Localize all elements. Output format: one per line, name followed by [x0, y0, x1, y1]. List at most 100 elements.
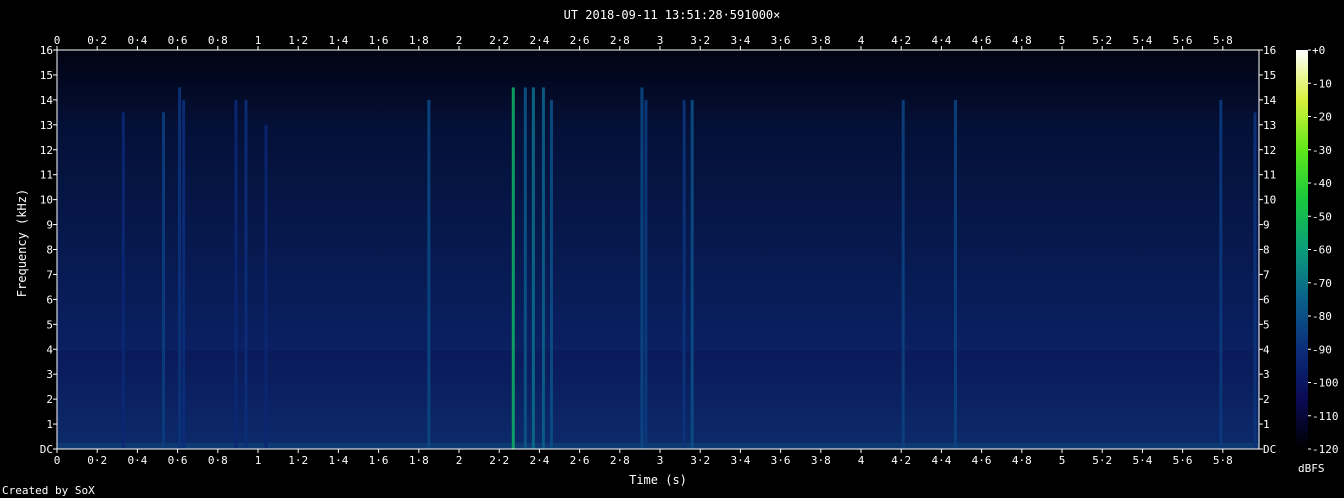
- y-tick-label-right: 4: [1263, 343, 1270, 356]
- x-tick-label-top: 5·4: [1132, 34, 1152, 47]
- colorbar-tick-label: -120: [1312, 443, 1339, 456]
- x-tick-label-top: 0·6: [168, 34, 188, 47]
- colorbar-gradient: [1296, 50, 1308, 449]
- x-tick-label-top: 4·2: [891, 34, 911, 47]
- y-tick-label: DC: [40, 443, 53, 456]
- colorbar-tick-label: -80: [1312, 310, 1332, 323]
- x-tick-label: 3·6: [771, 454, 791, 467]
- x-tick-label: 4·4: [931, 454, 951, 467]
- transient-line: [901, 99, 905, 449]
- x-tick-label: 2·6: [570, 454, 590, 467]
- transient-line: [690, 99, 694, 449]
- x-tick-label-top: 3·2: [690, 34, 710, 47]
- y-tick-label-right: 7: [1263, 268, 1270, 281]
- x-tick-label: 0: [54, 454, 61, 467]
- transient-line: [264, 124, 268, 449]
- y-tick-label-right: 9: [1263, 219, 1270, 232]
- transient-line: [682, 99, 686, 449]
- x-tick-label: 1·6: [369, 454, 389, 467]
- transient-line: [523, 87, 527, 449]
- colorbar-tick-label: -90: [1312, 343, 1332, 356]
- transient-line: [511, 87, 515, 449]
- x-tick-label-top: 1·8: [409, 34, 429, 47]
- y-tick-label: 11: [40, 169, 53, 182]
- y-tick-label-right: 15: [1263, 69, 1276, 82]
- transient-line: [953, 99, 957, 449]
- x-tick-label: 5·4: [1132, 454, 1152, 467]
- x-tick-label-top: 3·6: [771, 34, 791, 47]
- x-tick-label-top: 0·2: [87, 34, 107, 47]
- transient-line: [244, 99, 248, 449]
- x-tick-label: 2: [456, 454, 463, 467]
- y-tick-label: 13: [40, 119, 53, 132]
- x-tick-label-top: 5·6: [1173, 34, 1193, 47]
- x-tick-label: 5·6: [1173, 454, 1193, 467]
- colorbar: +0 -10 -20 -30 -40 -50 -60 -70 -80 -90 -100 -110 -12…: [1296, 44, 1339, 456]
- x-tick-label-top: 2·2: [489, 34, 509, 47]
- colorbar-tick-label: -20: [1312, 111, 1332, 124]
- x-tick-label: 0·4: [127, 454, 147, 467]
- x-tick-label-top: 3·8: [811, 34, 831, 47]
- x-tick-label: 1·8: [409, 454, 429, 467]
- x-tick-label: 4·8: [1012, 454, 1032, 467]
- y-tick-label: 8: [46, 244, 53, 257]
- y-tick-label-right: 13: [1263, 119, 1276, 132]
- y-tick-label-right: 10: [1263, 194, 1276, 207]
- colorbar-tick-label: -40: [1312, 177, 1332, 190]
- credit-text: Created by SoX: [2, 484, 95, 497]
- y-tick-label-right: 16: [1263, 44, 1276, 57]
- colorbar-tick-label: -60: [1312, 244, 1332, 257]
- y-tick-label: 5: [46, 318, 53, 331]
- y-tick-label: 15: [40, 69, 53, 82]
- x-tick-label-top: 1: [255, 34, 262, 47]
- x-tick-label-top: 5·8: [1213, 34, 1233, 47]
- transient-line: [121, 112, 125, 449]
- x-tick-label: 4·6: [972, 454, 992, 467]
- transient-line: [1219, 99, 1223, 449]
- x-tick-label-top: 5·2: [1092, 34, 1112, 47]
- y-tick-label-right: 11: [1263, 169, 1276, 182]
- x-tick-label-top: 1·4: [328, 34, 348, 47]
- y-tick-label-right: DC: [1263, 443, 1276, 456]
- y-axis-label: Frequency (kHz): [15, 188, 29, 298]
- x-tick-label-top: 2·8: [610, 34, 630, 47]
- spectrogram-chart: 000·20·20·40·40·60·60·80·8111·21·21·41·4…: [40, 34, 1339, 467]
- colorbar-label: dBFS: [1298, 462, 1325, 475]
- x-tick-label-top: 0·4: [127, 34, 147, 47]
- y-tick-label: 2: [46, 393, 53, 406]
- x-tick-label: 2·2: [489, 454, 509, 467]
- x-tick-label-top: 5: [1059, 34, 1066, 47]
- x-tick-label: 2·4: [529, 454, 549, 467]
- y-tick-label-right: 1: [1263, 418, 1270, 431]
- x-tick-label-top: 4: [858, 34, 865, 47]
- x-tick-label-top: 4·6: [972, 34, 992, 47]
- x-tick-label: 0·6: [168, 454, 188, 467]
- transient-line: [182, 99, 186, 449]
- y-tick-label: 9: [46, 219, 53, 232]
- x-tick-label-top: 3: [657, 34, 664, 47]
- y-tick-label: 3: [46, 368, 53, 381]
- transient-line: [1253, 112, 1257, 449]
- transient-line: [234, 99, 238, 449]
- y-tick-label: 7: [46, 268, 53, 281]
- x-axis-label: Time (s): [629, 473, 687, 487]
- y-tick-label: 16: [40, 44, 53, 57]
- y-tick-label-right: 12: [1263, 144, 1276, 157]
- x-tick-label-top: 0·8: [208, 34, 228, 47]
- y-tick-label: 1: [46, 418, 53, 431]
- x-tick-label-top: 2: [456, 34, 463, 47]
- colorbar-tick-label: -30: [1312, 144, 1332, 157]
- x-tick-label: 1·2: [288, 454, 308, 467]
- x-tick-label-top: 1·6: [369, 34, 389, 47]
- transient-line: [640, 87, 644, 449]
- y-tick-label: 10: [40, 194, 53, 207]
- y-tick-label: 4: [46, 343, 53, 356]
- x-tick-label: 0·2: [87, 454, 107, 467]
- colorbar-tick-label: +0: [1312, 44, 1325, 57]
- x-tick-label: 5·2: [1092, 454, 1112, 467]
- colorbar-tick-label: -110: [1312, 410, 1339, 423]
- y-tick-label: 12: [40, 144, 53, 157]
- x-tick-label-top: 4·4: [931, 34, 951, 47]
- transient-line: [644, 99, 648, 449]
- y-tick-label-right: 5: [1263, 318, 1270, 331]
